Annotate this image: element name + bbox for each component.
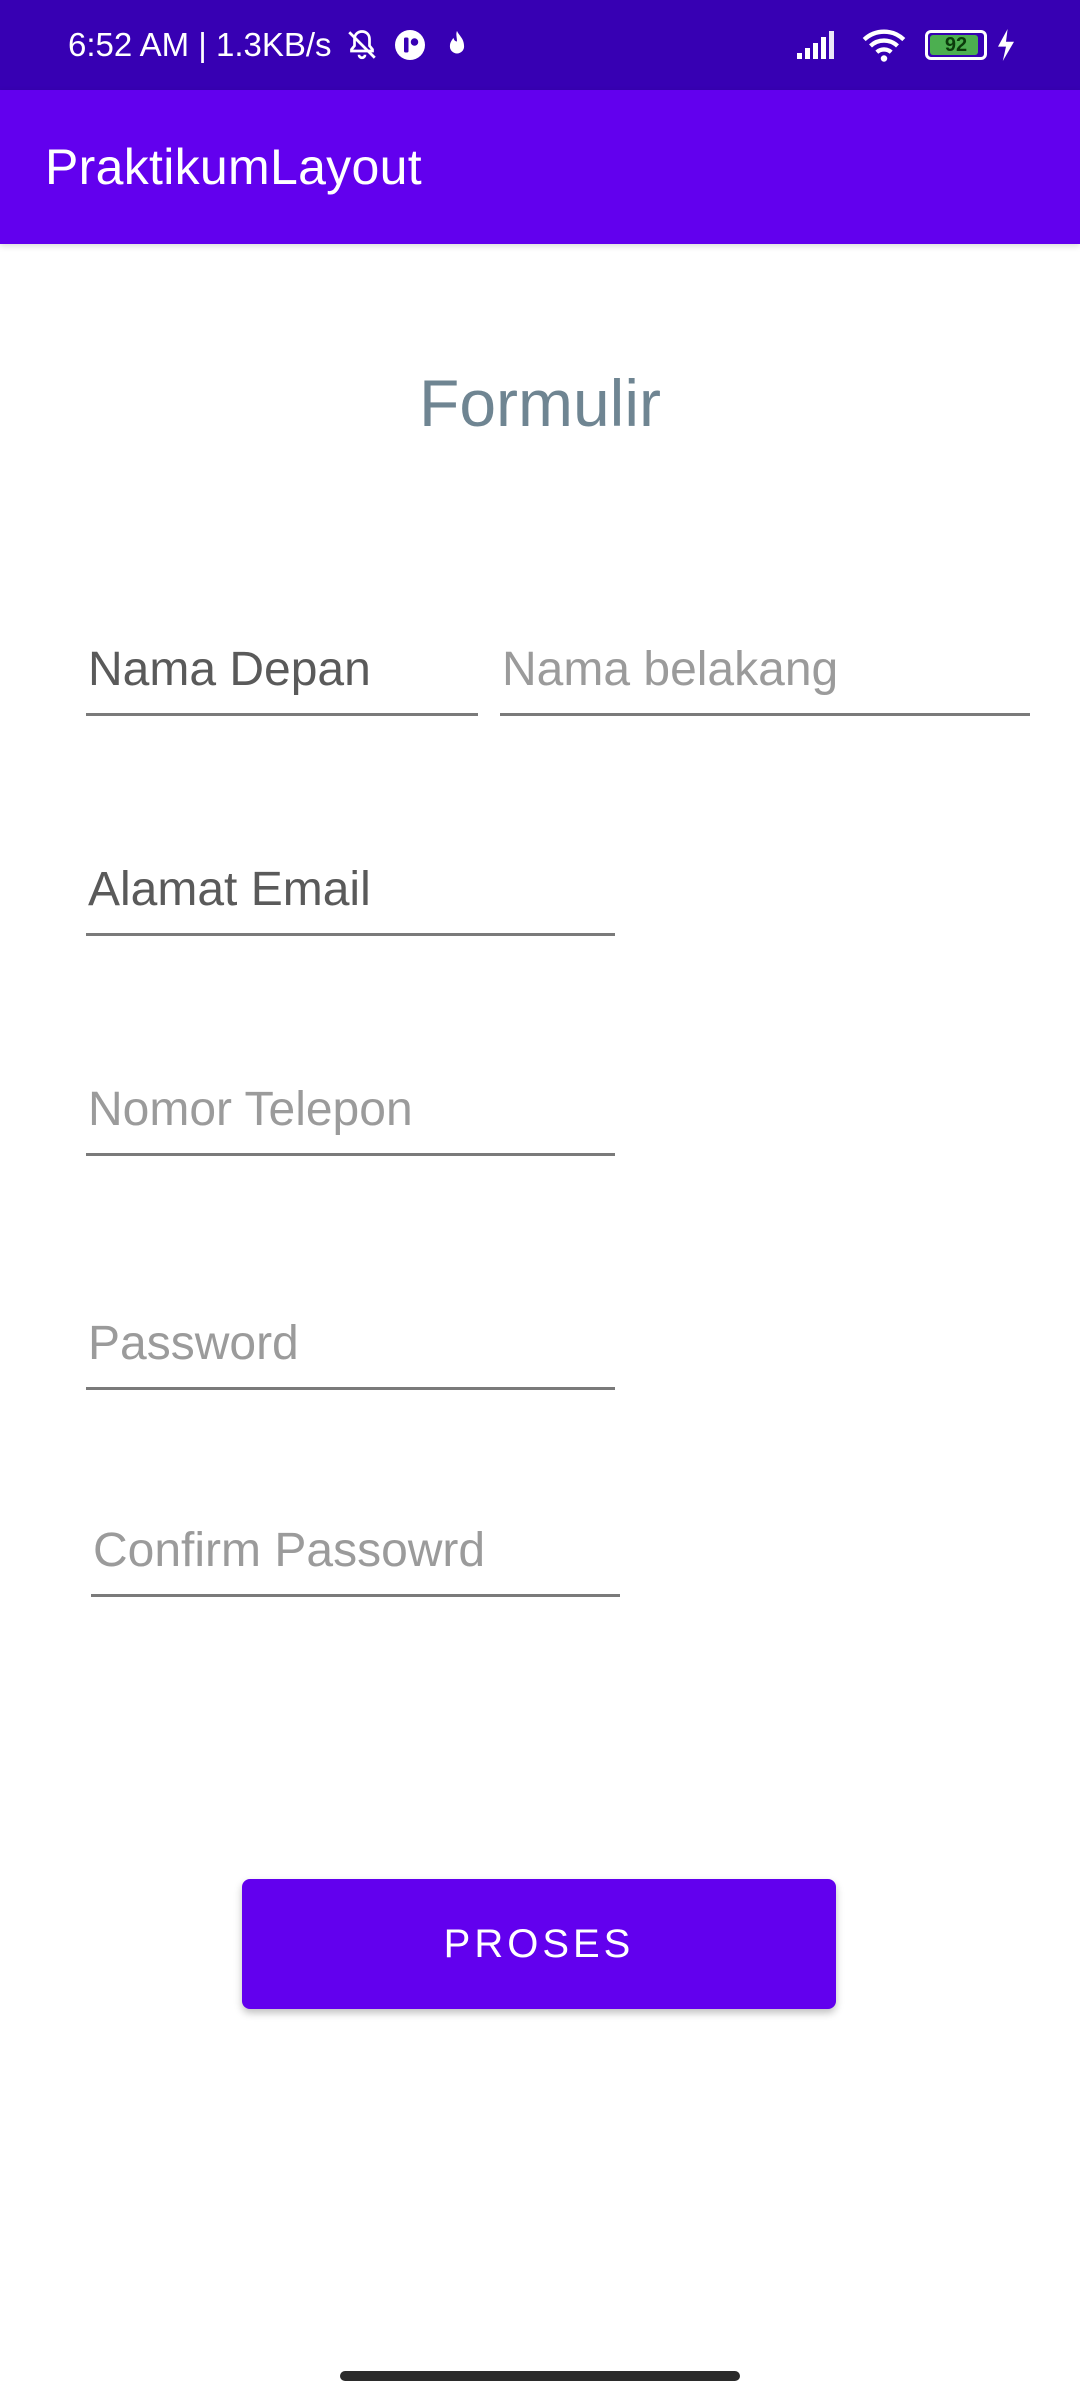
form-heading: Formulir (419, 366, 661, 440)
flame-icon (440, 27, 474, 63)
confirm-password-field[interactable] (91, 1521, 620, 1597)
first-name-field[interactable] (86, 640, 478, 716)
battery-level: 92 (944, 33, 968, 56)
app-notification-icon (392, 27, 428, 63)
status-bar: 6:52 AM | 1.3KB/s 92 (0, 0, 1080, 90)
phone-field[interactable] (86, 1080, 615, 1156)
wifi-icon (861, 27, 907, 63)
last-name-field[interactable] (500, 640, 1030, 716)
status-time: 6:52 AM | 1.3KB/s (68, 26, 332, 63)
status-right: 92 (795, 0, 1016, 90)
charging-icon (996, 29, 1016, 61)
password-field[interactable] (86, 1314, 615, 1390)
proses-button[interactable]: PROSES (242, 1879, 836, 2009)
status-left: 6:52 AM | 1.3KB/s (68, 0, 474, 90)
battery-icon: 92 (925, 30, 987, 60)
home-indicator[interactable] (340, 2371, 740, 2381)
email-field[interactable] (86, 860, 615, 936)
battery-body: 92 (925, 30, 987, 60)
app-title: PraktikumLayout (45, 139, 422, 195)
signal-icon (795, 29, 843, 61)
bell-off-icon (344, 27, 380, 63)
app-bar: PraktikumLayout (0, 90, 1080, 244)
